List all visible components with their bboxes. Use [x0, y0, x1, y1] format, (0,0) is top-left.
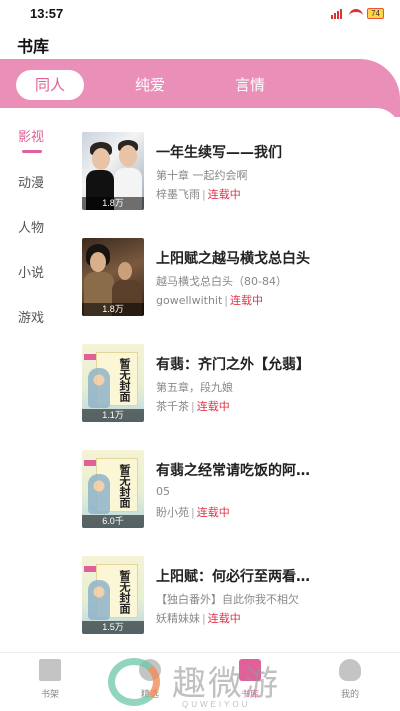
- content-panel: 影视 动漫 人物 小说 游戏 1.8万 一年生续写——我们 第十章 一起约会啊 …: [0, 108, 400, 652]
- sidebar-item-youxi[interactable]: 游戏: [0, 307, 64, 326]
- book-status: 连载中: [230, 294, 264, 307]
- meta-separator: |: [202, 612, 206, 625]
- book-chapter: 05: [156, 485, 170, 498]
- book-title: 上阳赋之越马横戈总白头: [156, 251, 310, 267]
- book-title: 一年生续写——我们: [156, 145, 282, 161]
- placeholder-text: 暂无封面: [118, 464, 131, 508]
- book-author: 盼小苑: [156, 506, 189, 519]
- book-item[interactable]: 1.8万 上阳赋之越马横戈总白头 越马横戈总白头（80-84） gowellwi…: [80, 238, 380, 318]
- tabbar-label: 我的: [340, 690, 359, 700]
- tabbar-label: 精选: [140, 690, 159, 700]
- book-author: 妖精妹妹: [156, 612, 200, 625]
- placeholder-text: 暂无封面: [118, 358, 131, 402]
- read-count: 1.5万: [82, 621, 144, 634]
- category-tabs: 同人 纯爱 言情: [0, 70, 400, 100]
- placeholder-tag: [84, 354, 96, 360]
- user-icon: [339, 659, 361, 681]
- book-cover-placeholder: 暂无封面 1.5万: [82, 556, 144, 634]
- meta-separator: |: [224, 294, 229, 307]
- tab-tongren[interactable]: 同人: [16, 70, 84, 100]
- meta-separator: |: [202, 188, 206, 201]
- book-title: 有翡之经常请吃饭的阿…: [156, 463, 310, 479]
- read-count: 1.8万: [82, 303, 144, 316]
- read-count: 6.0千: [82, 515, 144, 528]
- sidebar-item-renwu[interactable]: 人物: [0, 217, 64, 236]
- book-status: 连载中: [196, 506, 230, 519]
- battery-icon: 74: [367, 8, 384, 19]
- sidebar-item-xiaoshuo[interactable]: 小说: [0, 262, 64, 281]
- bookshelf-icon: [39, 659, 61, 681]
- sidebar-active-indicator: [22, 150, 42, 153]
- book-cover: 1.8万: [82, 132, 144, 210]
- tabbar-label: 书库: [240, 690, 259, 700]
- placeholder-figure: [88, 474, 110, 514]
- book-item[interactable]: 暂无封面 1.5万 上阳赋：何必行至两看… 【独白番外】自此你我不相欠 妖精妹妹…: [80, 556, 380, 636]
- tabbar-featured[interactable]: 精选: [120, 657, 180, 705]
- meta-separator: |: [191, 506, 195, 519]
- tabbar-bookshelf[interactable]: 书架: [20, 657, 80, 705]
- page-title: 书库: [17, 37, 50, 56]
- placeholder-figure: [88, 368, 110, 408]
- tabbar-library[interactable]: 书库: [220, 657, 280, 705]
- book-meta: gowellwithit | 连载中: [156, 292, 263, 308]
- book-author: 梓墨飞雨: [156, 188, 200, 201]
- tabbar-label: 书架: [40, 690, 59, 700]
- book-meta: 盼小苑 | 连载中: [156, 504, 230, 520]
- tab-chunai[interactable]: 纯爱: [118, 70, 182, 100]
- sidebar-item-dongman[interactable]: 动漫: [0, 172, 64, 191]
- tabbar-mine[interactable]: 我的: [320, 657, 380, 705]
- book-meta: 梓墨飞雨 | 连载中: [156, 186, 241, 202]
- status-bar: 13:57 74: [0, 0, 400, 28]
- book-status: 连载中: [207, 612, 241, 625]
- book-cover: 1.8万: [82, 238, 144, 316]
- library-icon: [239, 659, 261, 681]
- status-time: 13:57: [30, 6, 64, 21]
- placeholder-figure: [88, 580, 110, 620]
- book-chapter: 第五章，段九娘: [156, 381, 233, 394]
- placeholder-tag: [84, 566, 96, 572]
- book-cover-placeholder: 暂无封面 1.1万: [82, 344, 144, 422]
- wifi-icon: [349, 8, 364, 19]
- book-chapter: 第十章 一起约会啊: [156, 169, 248, 182]
- signal-icon: [331, 8, 345, 19]
- book-cover-placeholder: 暂无封面 6.0千: [82, 450, 144, 528]
- book-status: 连载中: [196, 400, 230, 413]
- sidebar-item-yingshi[interactable]: 影视: [0, 126, 64, 145]
- book-item[interactable]: 暂无封面 6.0千 有翡之经常请吃饭的阿… 05 盼小苑 | 连载中: [80, 450, 380, 530]
- book-status: 连载中: [207, 188, 241, 201]
- book-meta: 妖精妹妹 | 连载中: [156, 610, 241, 626]
- book-item[interactable]: 暂无封面 1.1万 有翡：齐门之外【允翡】 第五章，段九娘 茶千茶 | 连载中: [80, 344, 380, 424]
- book-chapter: 【独白番外】自此你我不相欠: [156, 593, 299, 606]
- book-author: 茶千茶: [156, 400, 189, 413]
- status-icons: 74: [331, 8, 384, 19]
- read-count: 1.8万: [82, 197, 144, 210]
- book-author: gowellwithit: [156, 294, 223, 307]
- book-item[interactable]: 1.8万 一年生续写——我们 第十章 一起约会啊 梓墨飞雨 | 连载中: [80, 132, 380, 212]
- meta-separator: |: [191, 400, 195, 413]
- featured-icon: [139, 659, 161, 681]
- placeholder-text: 暂无封面: [118, 570, 131, 614]
- book-title: 上阳赋：何必行至两看…: [156, 569, 310, 585]
- placeholder-tag: [84, 460, 96, 466]
- read-count: 1.1万: [82, 409, 144, 422]
- book-title: 有翡：齐门之外【允翡】: [156, 357, 310, 373]
- book-chapter: 越马横戈总白头（80-84）: [156, 275, 287, 288]
- book-meta: 茶千茶 | 连载中: [156, 398, 230, 414]
- tab-yanqing[interactable]: 言情: [218, 70, 282, 100]
- bottom-tabbar: 书架 精选 书库 我的: [0, 652, 400, 711]
